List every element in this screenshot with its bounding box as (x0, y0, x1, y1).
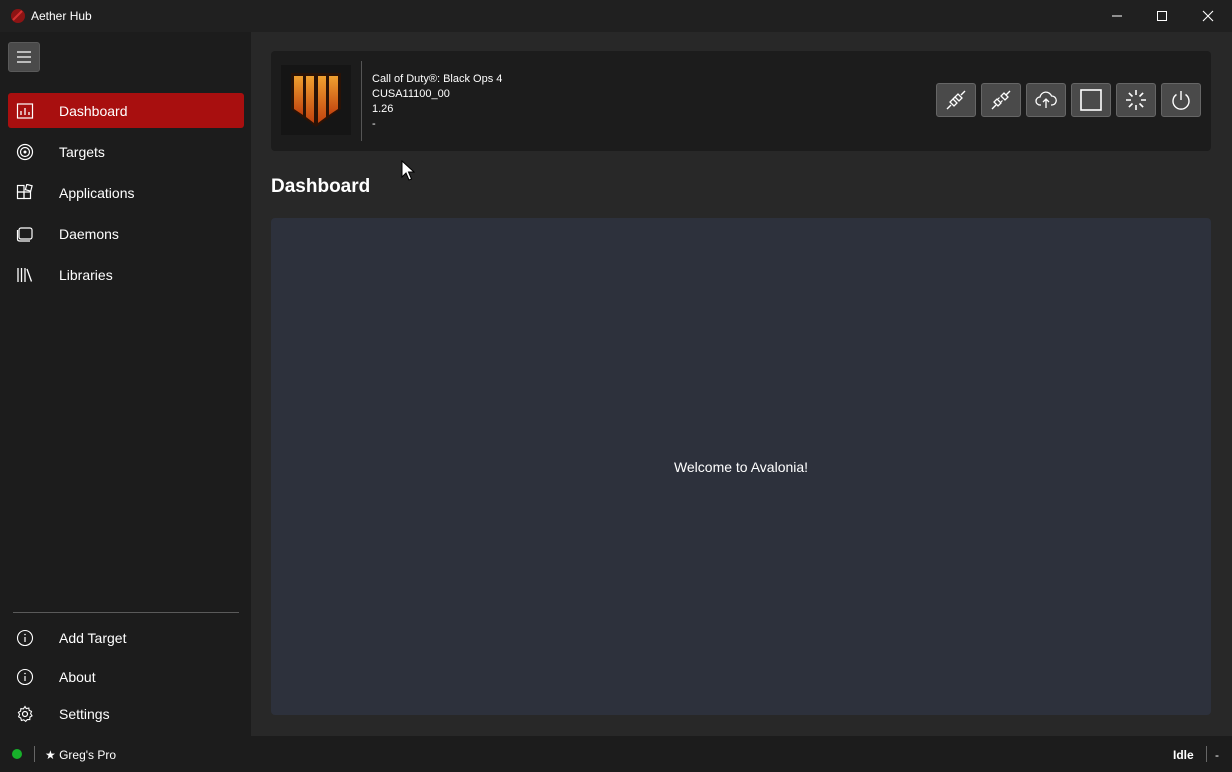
game-extra: - (372, 118, 376, 130)
dashboard-panel: Welcome to Avalonia! (271, 218, 1211, 715)
target-name[interactable]: ★ Greg's Pro (45, 748, 116, 762)
game-version: 1.26 (372, 103, 394, 115)
sidebar: Dashboard Targets Applications Daemons L… (0, 32, 251, 736)
sidebar-item-label: Applications (59, 185, 135, 201)
connection-status-indicator (12, 749, 22, 759)
sidebar-item-add-target[interactable]: Add Target (8, 620, 244, 655)
game-cover-image (281, 65, 351, 135)
status-divider (1206, 746, 1207, 762)
sidebar-item-label: Add Target (59, 630, 127, 646)
status-bar: ★ Greg's Pro Idle - (0, 736, 1232, 772)
mouse-cursor-icon (401, 160, 415, 181)
maximize-button[interactable] (1139, 0, 1185, 32)
power-button[interactable] (1161, 83, 1201, 117)
page-title: Dashboard (271, 176, 371, 197)
info-icon (16, 629, 34, 647)
cloud-upload-icon (1035, 91, 1057, 108)
disconnect-button[interactable] (981, 83, 1021, 117)
app-logo-icon (11, 9, 25, 23)
window-title: Aether Hub (31, 9, 92, 23)
chart-icon (16, 103, 34, 119)
sidebar-item-label: Daemons (59, 226, 119, 242)
header-divider (361, 61, 362, 141)
close-icon (1202, 10, 1214, 22)
spinner-icon (1126, 90, 1146, 110)
main-content: Call of Duty®: Black Ops 4 CUSA11100_00 … (251, 32, 1232, 736)
welcome-text: Welcome to Avalonia! (673, 459, 809, 475)
sidebar-item-label: Dashboard (59, 103, 128, 119)
target-icon (16, 143, 34, 161)
sidebar-item-label: Libraries (59, 267, 113, 283)
library-icon (17, 268, 33, 282)
gear-icon (17, 705, 33, 723)
minimize-button[interactable] (1094, 0, 1140, 32)
title-id: CUSA11100_00 (372, 88, 450, 100)
loading-button[interactable] (1116, 83, 1156, 117)
sidebar-item-applications[interactable]: Applications (8, 175, 244, 210)
sidebar-item-daemons[interactable]: Daemons (8, 216, 244, 251)
black-ops-4-logo-icon (281, 65, 351, 135)
sidebar-item-label: Settings (59, 706, 110, 722)
sidebar-item-targets[interactable]: Targets (8, 134, 244, 169)
hamburger-icon (17, 51, 31, 63)
status-state: Idle (1173, 748, 1194, 762)
sidebar-item-label: About (59, 669, 96, 685)
stop-button[interactable] (1071, 83, 1111, 117)
sidebar-item-about[interactable]: About (8, 659, 244, 694)
apps-icon (16, 184, 33, 200)
plug-connect-icon (946, 90, 966, 110)
upload-button[interactable] (1026, 83, 1066, 117)
status-extra: - (1215, 748, 1219, 762)
connect-button[interactable] (936, 83, 976, 117)
sidebar-item-label: Targets (59, 144, 105, 160)
title-bar: Aether Hub (0, 0, 1232, 32)
status-divider (34, 746, 35, 762)
sidebar-divider (13, 612, 239, 613)
power-icon (1172, 91, 1190, 110)
sidebar-item-libraries[interactable]: Libraries (8, 257, 244, 292)
info-icon (16, 668, 34, 686)
plug-disconnect-icon (991, 90, 1011, 110)
game-title: Call of Duty®: Black Ops 4 (372, 73, 503, 85)
minimize-icon (1112, 15, 1122, 17)
sidebar-item-dashboard[interactable]: Dashboard (8, 93, 244, 128)
target-header-card: Call of Duty®: Black Ops 4 CUSA11100_00 … (271, 51, 1211, 151)
maximize-icon (1157, 11, 1167, 21)
sidebar-item-settings[interactable]: Settings (8, 696, 244, 731)
square-icon (1080, 89, 1102, 111)
menu-toggle-button[interactable] (8, 42, 40, 72)
stack-icon (16, 227, 33, 242)
close-button[interactable] (1185, 0, 1231, 32)
